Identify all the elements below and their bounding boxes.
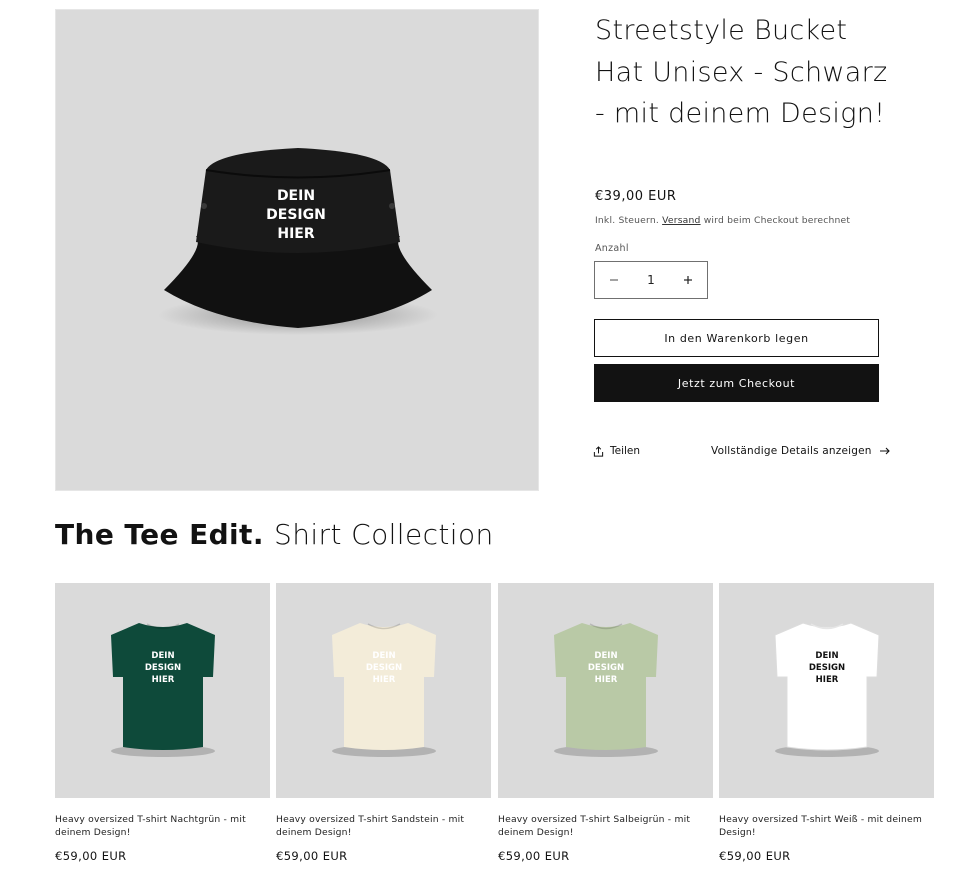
product-card-image[interactable]: DEIN DESIGN HIER bbox=[719, 583, 934, 798]
full-details-label: Vollständige Details anzeigen bbox=[711, 445, 872, 457]
shirt-print-line-2: DESIGN bbox=[588, 663, 624, 673]
shirt-print-line-1: DEIN bbox=[151, 651, 174, 661]
plus-icon bbox=[683, 276, 692, 284]
product-card[interactable]: DEIN DESIGN HIER Heavy oversized T-shirt… bbox=[276, 583, 491, 863]
hat-print-line-2: DESIGN bbox=[266, 207, 326, 223]
product-card-name[interactable]: Heavy oversized T-shirt Sandstein - mit … bbox=[276, 813, 491, 839]
add-to-cart-button[interactable]: In den Warenkorb legen bbox=[594, 319, 879, 357]
shirt-print-line-3: HIER bbox=[595, 675, 618, 685]
share-icon bbox=[593, 445, 604, 457]
product-image[interactable]: DEIN DESIGN HIER bbox=[55, 9, 539, 491]
tax-note-prefix: Inkl. Steuern. bbox=[595, 215, 659, 226]
product-card-name[interactable]: Heavy oversized T-shirt Salbeigrün - mit… bbox=[498, 813, 713, 839]
product-card-price: €59,00 EUR bbox=[719, 849, 791, 863]
increase-quantity-button[interactable] bbox=[669, 262, 707, 298]
collection-title: The Tee Edit. Shirt Collection bbox=[55, 518, 494, 551]
t-shirt-image: DEIN DESIGN HIER bbox=[554, 623, 658, 757]
share-label: Teilen bbox=[610, 445, 641, 457]
shirt-print-line-3: HIER bbox=[816, 675, 839, 685]
product-card-name[interactable]: Heavy oversized T-shirt Weiß - mit deine… bbox=[719, 813, 934, 839]
product-card[interactable]: DEIN DESIGN HIER Heavy oversized T-shirt… bbox=[55, 583, 270, 863]
shirt-print-line-2: DESIGN bbox=[366, 663, 402, 673]
tax-note-suffix: wird beim Checkout berechnet bbox=[703, 215, 851, 226]
collection-title-bold: The Tee Edit. bbox=[55, 518, 264, 551]
decrease-quantity-button[interactable] bbox=[595, 262, 633, 298]
shirt-print-line-2: DESIGN bbox=[809, 663, 845, 673]
shirt-print-line-2: DESIGN bbox=[145, 663, 181, 673]
shirt-print-line-3: HIER bbox=[373, 675, 396, 685]
minus-icon bbox=[610, 279, 618, 281]
collection-title-light: Shirt Collection bbox=[274, 518, 494, 551]
share-button[interactable]: Teilen bbox=[593, 445, 640, 457]
t-shirt-image: DEIN DESIGN HIER bbox=[774, 622, 880, 757]
quantity-input[interactable]: 1 bbox=[647, 273, 655, 287]
product-card-price: €59,00 EUR bbox=[55, 849, 127, 863]
shirt-print-line-1: DEIN bbox=[372, 651, 395, 661]
product-card-price: €59,00 EUR bbox=[276, 849, 348, 863]
product-card[interactable]: DEIN DESIGN HIER Heavy oversized T-shirt… bbox=[719, 583, 934, 863]
product-title: Streetstyle Bucket Hat Unisex - Schwarz … bbox=[595, 15, 888, 129]
arrow-right-icon bbox=[879, 447, 890, 455]
product-card[interactable]: DEIN DESIGN HIER Heavy oversized T-shirt… bbox=[498, 583, 713, 863]
hat-print-line-1: DEIN bbox=[277, 188, 315, 204]
product-card-image[interactable]: DEIN DESIGN HIER bbox=[276, 583, 491, 798]
full-details-link[interactable]: Vollständige Details anzeigen bbox=[711, 445, 890, 457]
tax-note: Inkl. Steuern. Versand wird beim Checkou… bbox=[595, 215, 850, 226]
product-card-name[interactable]: Heavy oversized T-shirt Nachtgrün - mit … bbox=[55, 813, 270, 839]
t-shirt-image: DEIN DESIGN HIER bbox=[332, 623, 436, 757]
t-shirt-image: DEIN DESIGN HIER bbox=[111, 623, 215, 757]
product-price: €39,00 EUR bbox=[595, 189, 677, 204]
shirt-print-line-1: DEIN bbox=[815, 651, 838, 661]
quantity-label: Anzahl bbox=[595, 243, 629, 254]
hat-print-line-3: HIER bbox=[277, 226, 314, 242]
product-card-price: €59,00 EUR bbox=[498, 849, 570, 863]
product-card-image[interactable]: DEIN DESIGN HIER bbox=[498, 583, 713, 798]
shirt-print-line-1: DEIN bbox=[594, 651, 617, 661]
shirt-print-line-3: HIER bbox=[152, 675, 175, 685]
shipping-link[interactable]: Versand bbox=[662, 215, 700, 226]
quantity-stepper: 1 bbox=[594, 261, 708, 299]
product-card-image[interactable]: DEIN DESIGN HIER bbox=[55, 583, 270, 798]
checkout-button[interactable]: Jetzt zum Checkout bbox=[594, 364, 879, 402]
bucket-hat-image: DEIN DESIGN HIER bbox=[158, 148, 438, 335]
